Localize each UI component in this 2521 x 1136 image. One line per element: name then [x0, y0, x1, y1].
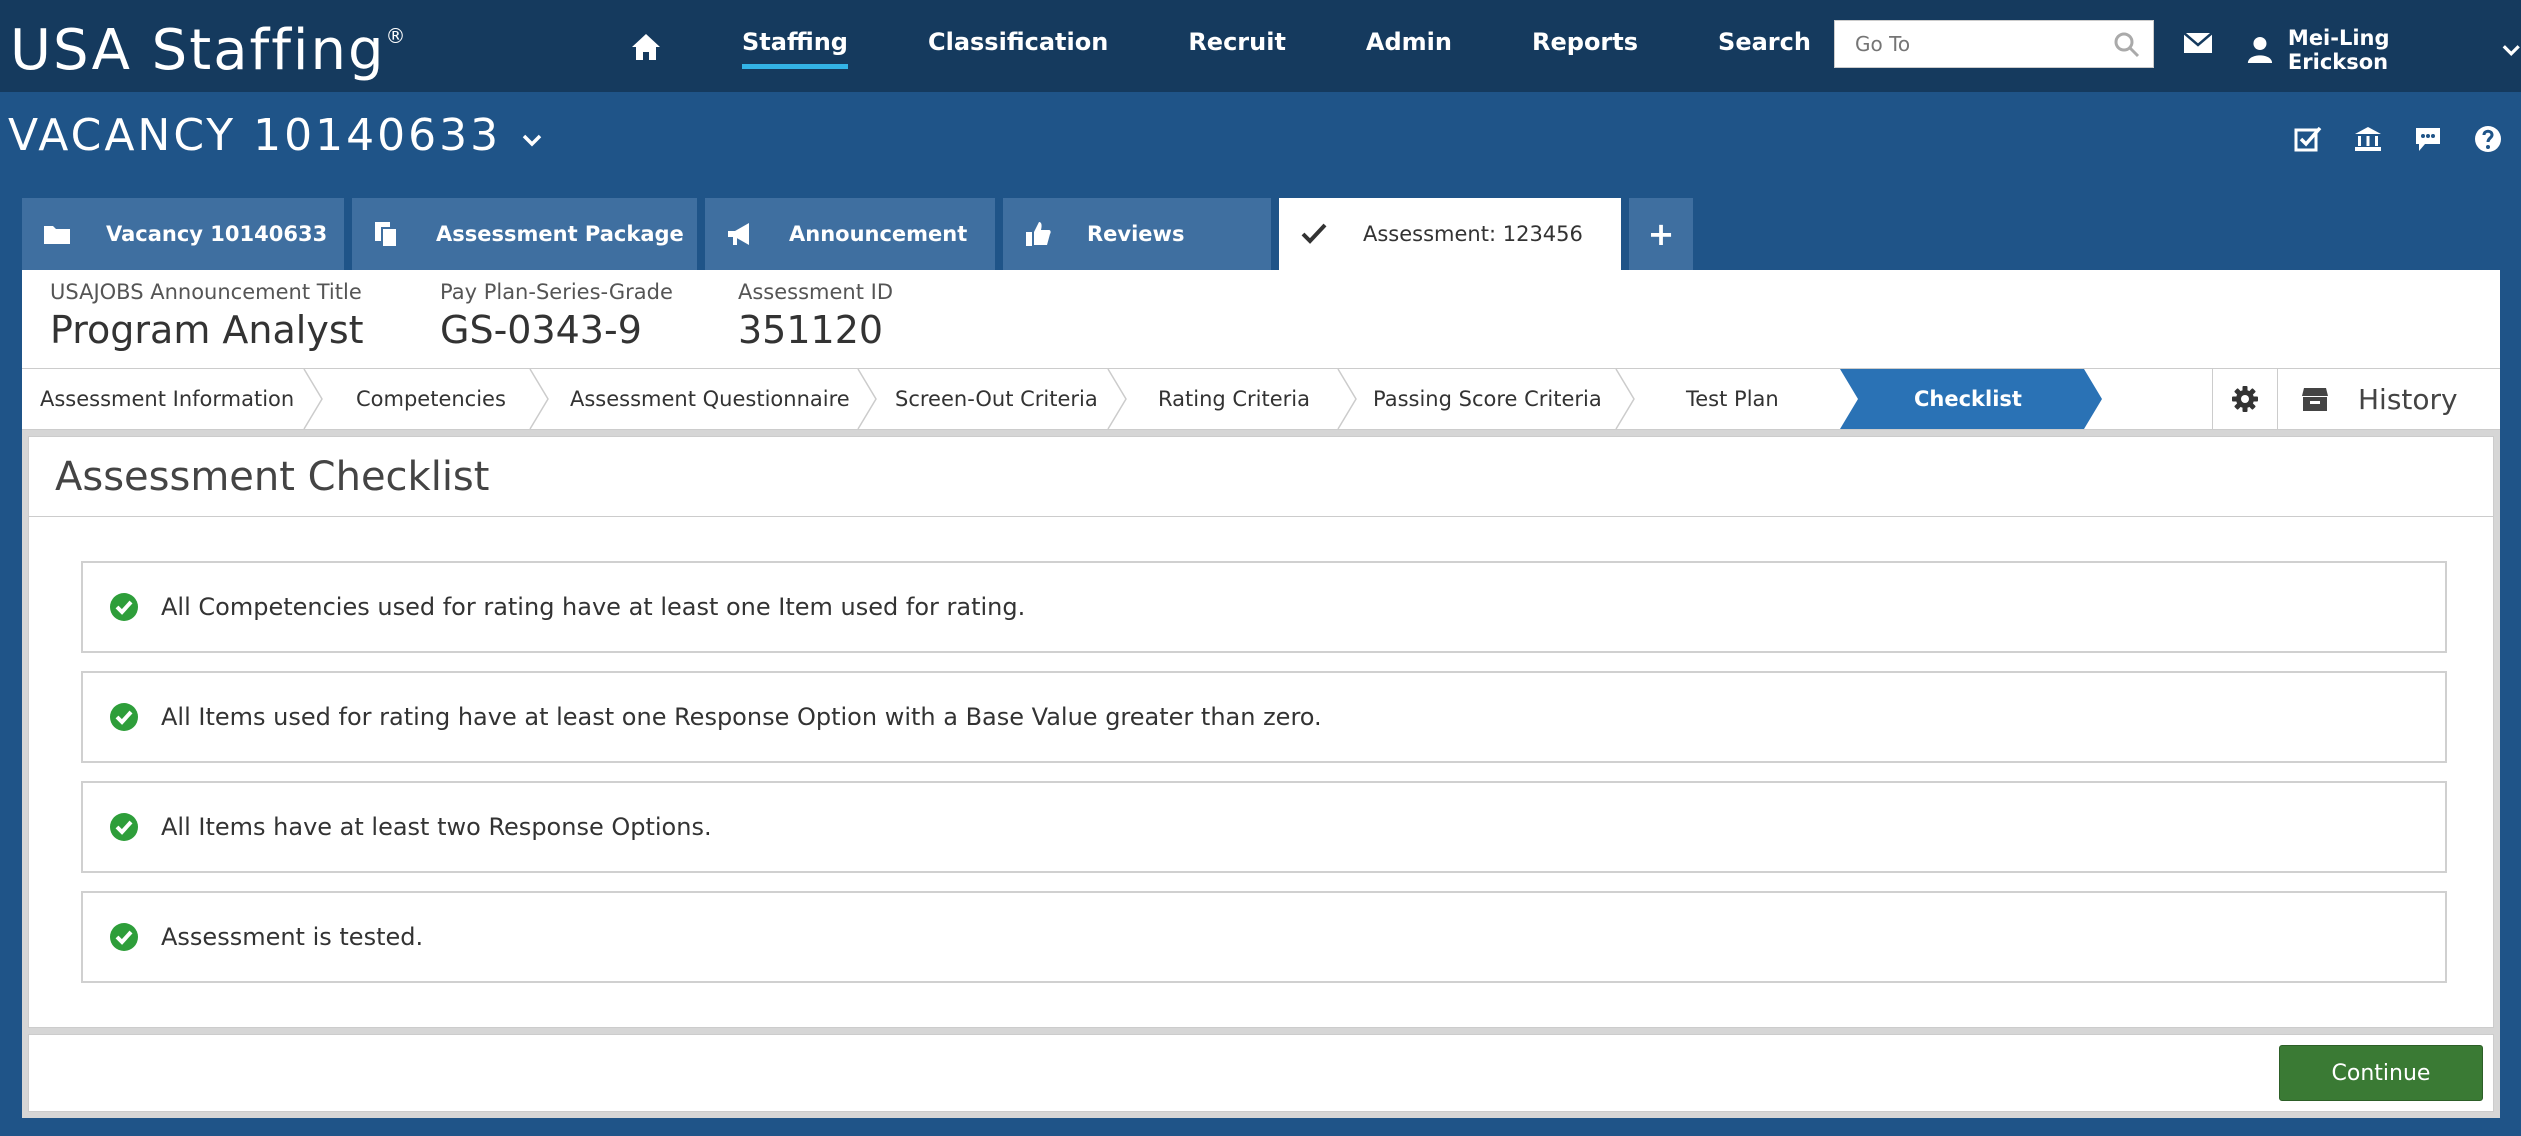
user-name: Mei-Ling Erickson — [2287, 26, 2390, 74]
bank-icon[interactable] — [2353, 124, 2383, 154]
tab-reviews[interactable]: Reviews — [1003, 198, 1271, 270]
help-icon[interactable] — [2473, 124, 2503, 154]
check-circle-icon — [110, 923, 138, 951]
steps-separators — [303, 369, 2102, 429]
history-label: History — [2358, 382, 2458, 416]
plus-icon: + — [1647, 215, 1675, 253]
check-circle-icon — [110, 813, 138, 841]
tab-assessment-package[interactable]: Assessment Package — [352, 198, 697, 270]
checklist-item: All Competencies used for rating have at… — [81, 561, 2447, 653]
tab-label: Assessment: 123456 — [1363, 222, 1583, 246]
announcement-title-field: USAJOBS Announcement Title Program Analy… — [50, 280, 364, 352]
panel-title: Assessment Checklist — [29, 437, 2493, 517]
nav-link-staffing[interactable]: Staffing — [742, 28, 848, 69]
main-nav-links: Staffing Classification Recruit Admin Re… — [742, 28, 1891, 69]
home-icon[interactable] — [630, 32, 662, 62]
step-screen-out-criteria[interactable]: Screen-Out Criteria — [895, 369, 1098, 429]
top-navigation: USA Staffing® Staffing Classification Re… — [0, 0, 2521, 92]
tab-assessment[interactable]: Assessment: 123456 — [1279, 198, 1621, 270]
panel-footer: Continue — [28, 1034, 2494, 1112]
main-content: USAJOBS Announcement Title Program Analy… — [22, 270, 2500, 1118]
app-logo[interactable]: USA Staffing® — [10, 18, 408, 83]
add-tab-button[interactable]: + — [1629, 198, 1693, 270]
thumbs-up-icon — [1026, 222, 1051, 246]
assessment-id-value: 351120 — [738, 308, 884, 352]
search-icon[interactable] — [2113, 31, 2141, 59]
user-menu[interactable]: Mei-Ling Erickson — [2246, 26, 2521, 74]
vacancy-tabs: Vacancy 10140633 Assessment Package Anno… — [22, 198, 1693, 270]
assessment-id-label: Assessment ID — [738, 280, 894, 304]
chevron-down-icon — [522, 134, 542, 146]
header-toolbar — [2293, 124, 2503, 154]
pay-plan-label: Pay Plan-Series-Grade — [440, 280, 673, 304]
pay-plan-field: Pay Plan-Series-Grade GS-0343-9 — [440, 280, 673, 352]
folder-icon — [44, 226, 70, 244]
documents-icon — [375, 222, 398, 248]
step-passing-score-criteria[interactable]: Passing Score Criteria — [1373, 369, 1602, 429]
assessment-id-field: Assessment ID 351120 — [738, 280, 893, 352]
assessment-checklist-panel: Assessment Checklist All Competencies us… — [28, 436, 2494, 1028]
announcement-title-value: Program Analyst — [50, 308, 364, 352]
nav-link-admin[interactable]: Admin — [1366, 28, 1452, 69]
archive-icon — [2302, 388, 2328, 411]
step-assessment-questionnaire[interactable]: Assessment Questionnaire — [570, 369, 850, 429]
tab-label: Assessment Package — [436, 222, 684, 246]
tab-label: Vacancy 10140633 — [106, 222, 328, 246]
step-test-plan[interactable]: Test Plan — [1686, 369, 1779, 429]
gear-icon — [2232, 386, 2258, 412]
tab-label: Announcement — [789, 222, 968, 246]
logo-registered-mark: ® — [385, 24, 408, 48]
logo-text: USA Staffing — [10, 18, 386, 83]
megaphone-icon — [728, 223, 749, 245]
continue-button[interactable]: Continue — [2279, 1045, 2483, 1101]
checklist-item: All Items used for rating have at least … — [81, 671, 2447, 763]
chevron-down-icon — [2502, 45, 2520, 57]
checklist-items: All Competencies used for rating have at… — [81, 561, 2447, 1001]
step-assessment-information[interactable]: Assessment Information — [40, 369, 294, 429]
checklist-item: All Items have at least two Response Opt… — [81, 781, 2447, 873]
step-checklist[interactable]: Checklist — [1914, 369, 2022, 429]
pay-plan-value: GS-0343-9 — [440, 308, 642, 352]
vacancy-title[interactable]: VACANCY 10140633 — [8, 110, 543, 161]
checklist-item-text: All Items used for rating have at least … — [161, 703, 1322, 731]
goto-input[interactable] — [1835, 22, 2105, 66]
tab-announcement[interactable]: Announcement — [705, 198, 995, 270]
goto-search-box — [1834, 20, 2154, 68]
user-icon — [2247, 36, 2273, 64]
assessment-steps: Assessment Information Competencies Asse… — [22, 368, 2500, 430]
tab-vacancy[interactable]: Vacancy 10140633 — [22, 198, 344, 270]
checklist-item-text: All Items have at least two Response Opt… — [161, 813, 712, 841]
step-rating-criteria[interactable]: Rating Criteria — [1158, 369, 1310, 429]
assessment-info-bar: USAJOBS Announcement Title Program Analy… — [22, 270, 2500, 368]
checklist-item: Assessment is tested. — [81, 891, 2447, 983]
checklist-item-text: Assessment is tested. — [161, 923, 424, 951]
nav-link-classification[interactable]: Classification — [928, 28, 1108, 69]
chat-icon[interactable] — [2413, 124, 2443, 154]
nav-link-search[interactable]: Search — [1718, 28, 1811, 69]
announcement-title-label: USAJOBS Announcement Title — [50, 280, 362, 304]
settings-button[interactable] — [2212, 369, 2278, 429]
checklist-item-text: All Competencies used for rating have at… — [161, 593, 1026, 621]
vacancy-title-text: VACANCY 10140633 — [8, 110, 502, 161]
nav-link-reports[interactable]: Reports — [1532, 28, 1638, 69]
check-circle-icon — [110, 703, 138, 731]
mail-icon[interactable] — [2182, 30, 2214, 56]
checkmark-icon — [1301, 223, 1327, 244]
checkbox-task-icon[interactable] — [2293, 124, 2323, 154]
step-competencies[interactable]: Competencies — [356, 369, 506, 429]
tab-label: Reviews — [1087, 222, 1185, 246]
nav-link-recruit[interactable]: Recruit — [1188, 28, 1286, 69]
check-circle-icon — [110, 593, 138, 621]
history-button[interactable]: History — [2278, 369, 2500, 429]
